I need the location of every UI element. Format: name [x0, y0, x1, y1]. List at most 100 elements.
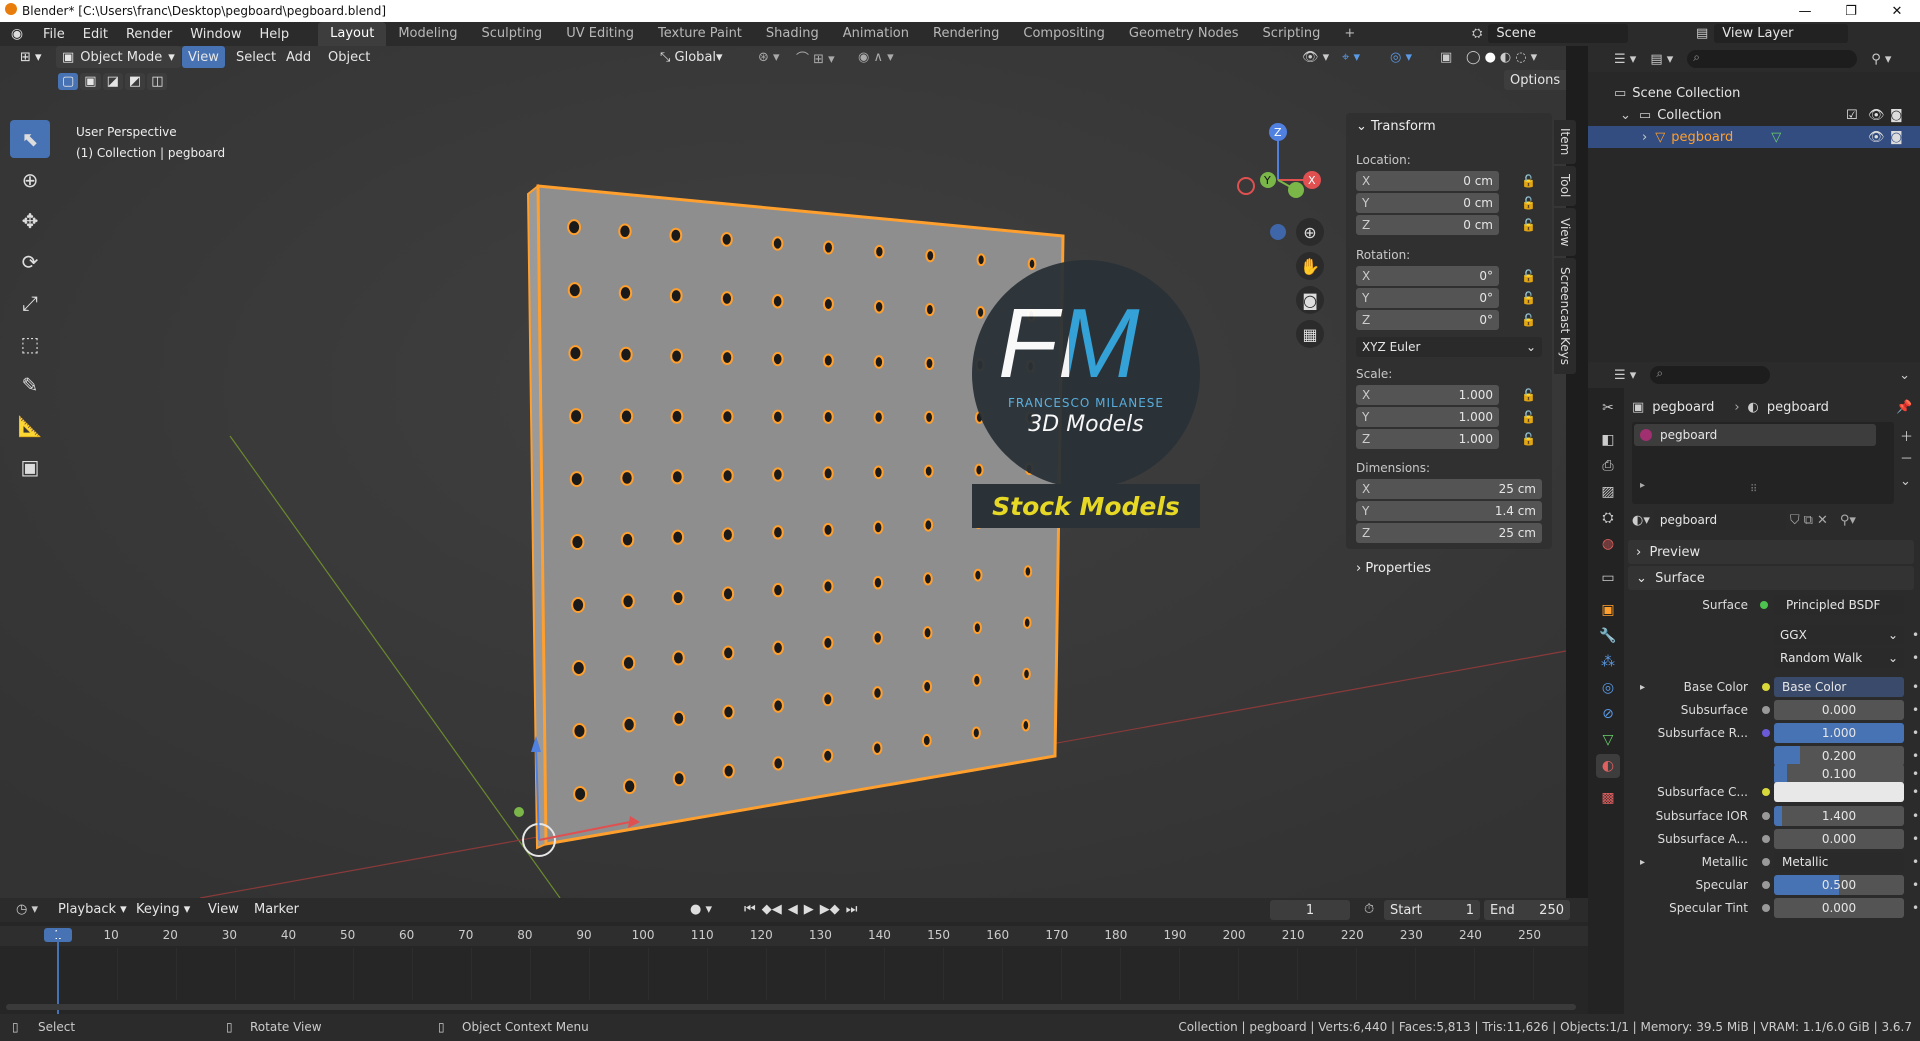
- rendered-shading-icon[interactable]: ◌: [1515, 50, 1526, 65]
- material-name-field[interactable]: pegboard: [1653, 510, 1786, 530]
- select-subtract-icon[interactable]: ◪: [102, 72, 123, 90]
- menu-window[interactable]: Window: [181, 27, 250, 42]
- object-props-icon[interactable]: ▣: [1596, 598, 1620, 622]
- view-layer-selector[interactable]: View Layer: [1714, 24, 1849, 43]
- add-workspace-button[interactable]: +: [1332, 22, 1367, 46]
- pan-hand-icon[interactable]: ✋: [1296, 252, 1324, 280]
- tab-layout[interactable]: Layout: [318, 22, 387, 46]
- wireframe-shading-icon[interactable]: ◯: [1466, 50, 1481, 65]
- numeric-input[interactable]: 0.000: [1774, 898, 1904, 918]
- tab-animation[interactable]: Animation: [831, 22, 921, 46]
- keyframe-dot-icon[interactable]: •: [1912, 726, 1919, 740]
- move-tool-icon[interactable]: ✥: [10, 202, 50, 240]
- blender-menu-icon[interactable]: ◉: [0, 26, 34, 42]
- pin-icon[interactable]: 📌: [1896, 400, 1912, 415]
- menu-help[interactable]: Help: [251, 27, 299, 42]
- cursor-tool-icon[interactable]: ⊕: [10, 161, 50, 199]
- modifier-props-icon[interactable]: 🔧: [1596, 624, 1620, 648]
- keyframe-dot-icon[interactable]: •: [1912, 878, 1919, 892]
- rotation-y-field[interactable]: Y 0°: [1356, 288, 1499, 308]
- select-intersect-icon[interactable]: ◫: [147, 72, 168, 90]
- expand-icon[interactable]: ▸: [1640, 857, 1645, 868]
- end-frame-field[interactable]: End 250: [1484, 900, 1570, 920]
- properties-search-input[interactable]: ⌕: [1650, 366, 1771, 384]
- fake-user-icon[interactable]: ⛉: [1790, 513, 1800, 528]
- prev-keyframe-icon[interactable]: ◆◀: [762, 902, 782, 917]
- menu-add[interactable]: Add: [280, 46, 317, 68]
- material-slot-item[interactable]: pegboard: [1634, 424, 1876, 446]
- snap-icon[interactable]: ⌒ ⊞ ▾: [790, 46, 841, 68]
- numeric-input[interactable]: 0.000: [1774, 700, 1904, 720]
- lock-icon[interactable]: 🔓: [1521, 174, 1536, 188]
- numeric-input[interactable]: 1.400: [1774, 806, 1904, 826]
- tab-uv-editing[interactable]: UV Editing: [554, 22, 646, 46]
- rotation-x-field[interactable]: X 0°: [1356, 266, 1499, 286]
- pivot-icon[interactable]: ⊛ ▾: [752, 46, 786, 68]
- close-button[interactable]: ✕: [1874, 0, 1920, 22]
- select-new-icon[interactable]: ▢: [58, 72, 79, 90]
- transform-tool-icon[interactable]: ⬚: [10, 325, 50, 363]
- rotation-z-field[interactable]: Z 0°: [1356, 310, 1499, 330]
- 3d-viewport[interactable]: ⊞ ▾ ▣ Object Mode ▾ View Select Add Objec…: [0, 46, 1566, 898]
- tab-view[interactable]: View: [1554, 208, 1576, 256]
- select-box-tool-icon[interactable]: ⬉: [10, 120, 50, 158]
- menu-playback[interactable]: Playback ▾: [52, 898, 133, 920]
- expand-icon[interactable]: ▸: [1640, 682, 1645, 693]
- timeline-scrollbar[interactable]: [6, 1004, 1576, 1010]
- camera-icon[interactable]: ◙: [1296, 286, 1324, 314]
- keyframe-dot-icon[interactable]: •: [1912, 901, 1919, 915]
- linked-input[interactable]: Metallic: [1774, 852, 1904, 872]
- object-row-pegboard[interactable]: › ▽ pegboard ▽ 👁 ◙: [1588, 126, 1920, 148]
- tab-compositing[interactable]: Compositing: [1011, 22, 1117, 46]
- dimensions-x-field[interactable]: X 25 cm: [1356, 479, 1542, 499]
- minimize-button[interactable]: —: [1782, 0, 1828, 22]
- stopwatch-icon[interactable]: ⏱: [1358, 898, 1380, 920]
- tab-scripting[interactable]: Scripting: [1251, 22, 1333, 46]
- chevron-down-icon[interactable]: ⌄: [1899, 368, 1910, 383]
- tab-item[interactable]: Item: [1554, 120, 1576, 164]
- dimensions-z-field[interactable]: Z 25 cm: [1356, 523, 1542, 543]
- unlink-icon[interactable]: ✕: [1817, 513, 1828, 528]
- scene-selector[interactable]: Scene: [1488, 24, 1629, 43]
- add-cube-tool-icon[interactable]: ▣: [10, 448, 50, 486]
- object-render-icon[interactable]: ◙: [1890, 130, 1903, 145]
- tab-modeling[interactable]: Modeling: [386, 22, 469, 46]
- world-props-icon[interactable]: ◍: [1596, 532, 1620, 556]
- menu-file[interactable]: File: [34, 27, 74, 42]
- measure-tool-icon[interactable]: 📐: [10, 407, 50, 445]
- properties-editor-type-icon[interactable]: ☰ ▾: [1614, 368, 1636, 383]
- tab-sculpting[interactable]: Sculpting: [469, 22, 554, 46]
- tab-shading[interactable]: Shading: [754, 22, 831, 46]
- rotate-tool-icon[interactable]: ⟳: [10, 243, 50, 281]
- linked-input[interactable]: Base Color: [1774, 677, 1904, 697]
- menu-timeline-view[interactable]: View: [202, 898, 245, 920]
- surface-panel-header[interactable]: ⌄ Surface: [1628, 566, 1914, 590]
- visibility-icon[interactable]: 👁 ▾: [1296, 46, 1335, 68]
- transform-orientation-selector[interactable]: ⤡ Global ▾: [654, 46, 729, 68]
- texture-props-icon[interactable]: ▩: [1596, 786, 1620, 810]
- tab-geometry-nodes[interactable]: Geometry Nodes: [1117, 22, 1251, 46]
- constraints-props-icon[interactable]: ⊘: [1596, 702, 1620, 726]
- menu-select[interactable]: Select: [230, 46, 282, 68]
- link-filter-icon[interactable]: ⚲▾: [1840, 513, 1856, 528]
- outliner-view-icon[interactable]: ▤ ▾: [1650, 52, 1673, 67]
- particles-props-icon[interactable]: ⁂: [1596, 650, 1620, 674]
- material-shading-icon[interactable]: ◐: [1500, 50, 1511, 65]
- properties-panel-header[interactable]: › Properties: [1356, 561, 1431, 576]
- rotation-mode-select[interactable]: XYZ Euler ⌄: [1356, 337, 1542, 357]
- tab-rendering[interactable]: Rendering: [921, 22, 1011, 46]
- numeric-input[interactable]: 1.000: [1774, 723, 1904, 743]
- menu-edit[interactable]: Edit: [74, 27, 117, 42]
- collection-visibility-icon[interactable]: 👁: [1868, 108, 1885, 123]
- collection-render-icon[interactable]: ◙: [1890, 108, 1903, 123]
- playhead[interactable]: [57, 928, 59, 1014]
- expand-icon[interactable]: ▸: [1640, 480, 1645, 491]
- timeline-editor-type-icon[interactable]: ◷ ▾: [10, 898, 44, 920]
- material-browse-icon[interactable]: ◐▾: [1632, 513, 1650, 528]
- collection-row[interactable]: ⌄ ▭ Collection ☑ 👁 ◙: [1588, 104, 1920, 126]
- jump-start-icon[interactable]: ⏮: [744, 902, 756, 917]
- annotate-tool-icon[interactable]: ✎: [10, 366, 50, 404]
- scale-z-field[interactable]: Z 1.000: [1356, 429, 1499, 449]
- frame-ruler[interactable]: 1102030405060708090100110120130140150160…: [0, 926, 1588, 946]
- collection-props-icon[interactable]: ▭: [1596, 566, 1620, 590]
